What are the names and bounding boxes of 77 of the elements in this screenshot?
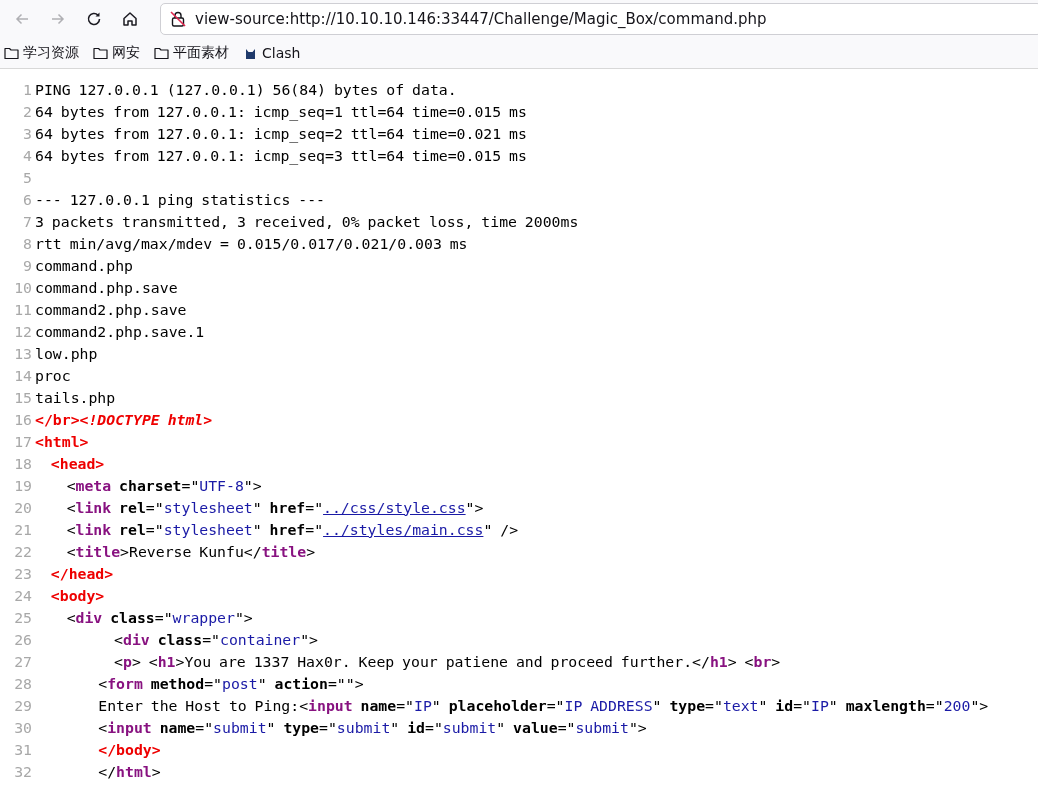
code-line: <div class="container"> — [113, 630, 319, 648]
line-number: 29 — [13, 696, 33, 714]
code-line: PING 127.0.0.1 (127.0.0.1) 56(84) bytes of data. — [35, 80, 457, 98]
code-line: <form method="post" action=""> — [97, 674, 364, 692]
line-number: 27 — [13, 652, 33, 670]
code-line: <div class="wrapper"> — [65, 608, 253, 626]
line-number: 20 — [13, 498, 33, 516]
code-line: <head> — [49, 454, 105, 472]
reload-icon — [85, 10, 103, 28]
code-line: </body> — [97, 740, 161, 758]
line-number: 15 — [13, 388, 33, 406]
bookmark-item[interactable]: 网安 — [93, 44, 140, 62]
code-line: <link rel="stylesheet" href="../styles/main.css" /> — [65, 520, 519, 538]
address-bar[interactable]: view-source:http://10.10.10.146:33447/Challenge/Magic_Box/command.php — [160, 3, 1038, 35]
code-line: 64 bytes from 127.0.0.1: icmp_seq=2 ttl=64 time=0.021 ms — [35, 124, 527, 142]
code-line: <link rel="stylesheet" href="../css/style.css"> — [65, 498, 484, 516]
line-number: 18 — [13, 454, 33, 472]
code-line: rtt min/avg/max/mdev = 0.015/0.017/0.021/0.003 ms — [35, 234, 468, 252]
source-link[interactable]: ../styles/main.css — [323, 520, 484, 538]
bookmark-item[interactable]: 学习资源 — [4, 44, 79, 62]
code-line: <p> <h1>You are 1337 Hax0r. Keep your patiene and proceed further.</h1> <br> — [113, 652, 781, 670]
code-line: <body> — [49, 586, 105, 604]
line-number: 23 — [13, 564, 33, 582]
code-line: 64 bytes from 127.0.0.1: icmp_seq=1 ttl=64 time=0.015 ms — [35, 102, 527, 120]
line-number: 31 — [13, 740, 33, 758]
line-number: 13 — [13, 344, 33, 362]
code-line: 3 packets transmitted, 3 received, 0% packet loss, time 2000ms — [35, 212, 579, 230]
line-number: 17 — [13, 432, 33, 450]
crossed-lock-icon — [169, 10, 187, 28]
line-number: 32 — [13, 762, 33, 780]
line-number: 24 — [13, 586, 33, 604]
line-number: 16 — [13, 410, 33, 428]
line-number: 4 — [22, 146, 33, 164]
source-link[interactable]: ../css/style.css — [323, 498, 466, 516]
line-number: 19 — [13, 476, 33, 494]
line-number: 21 — [13, 520, 33, 538]
line-number: 10 — [13, 278, 33, 296]
code-line: <html> — [35, 432, 89, 450]
code-line: command2.php.save.1 — [35, 322, 205, 340]
code-line: proc — [35, 366, 71, 384]
line-number: 30 — [13, 718, 33, 736]
folder-icon — [4, 46, 19, 60]
home-icon — [121, 10, 139, 28]
line-number: 11 — [13, 300, 33, 318]
code-line: command.php.save — [35, 278, 178, 296]
line-number: 1 — [22, 80, 33, 98]
line-number: 6 — [22, 190, 33, 208]
line-number: 28 — [13, 674, 33, 692]
url-text: view-source:http://10.10.10.146:33447/Challenge/Magic_Box/command.php — [195, 10, 767, 28]
code-line: command2.php.save — [35, 300, 187, 318]
bookmark-item[interactable]: 平面素材 — [154, 44, 229, 62]
line-number: 2 — [22, 102, 33, 120]
code-line: <title>Reverse Kunfu</title> — [65, 542, 316, 560]
code-line: </html> — [97, 762, 161, 780]
code-line: --- 127.0.0.1 ping statistics --- — [35, 190, 325, 208]
bookmark-item[interactable]: Clash — [243, 45, 301, 61]
line-number: 26 — [13, 630, 33, 648]
folder-icon — [154, 46, 169, 60]
code-line: </head> — [49, 564, 114, 582]
code-line: command.php — [35, 256, 133, 274]
folder-icon — [93, 46, 108, 60]
line-number: 3 — [22, 124, 33, 142]
line-number: 14 — [13, 366, 33, 384]
code-line: tails.php — [35, 388, 116, 406]
line-number: 22 — [13, 542, 33, 560]
code-line: 64 bytes from 127.0.0.1: icmp_seq=3 ttl=64 time=0.015 ms — [35, 146, 527, 164]
line-number: 7 — [22, 212, 33, 230]
line-number: 9 — [22, 256, 33, 274]
code-line: Enter the Host to Ping:<input name="IP" placeholder="IP ADDRESS" type="text" id="IP" maxlength="200"> — [97, 696, 989, 714]
code-line: </br><!DOCTYPE html> — [35, 410, 213, 428]
code-line: low.php — [35, 344, 98, 362]
code-line: <meta charset="UTF-8"> — [65, 476, 262, 494]
line-number: 5 — [22, 168, 33, 186]
line-number: 25 — [13, 608, 33, 626]
code-line: <input name="submit" type="submit" id="submit" value="submit"> — [97, 718, 647, 736]
line-number: 8 — [22, 234, 33, 252]
line-number: 12 — [13, 322, 33, 340]
